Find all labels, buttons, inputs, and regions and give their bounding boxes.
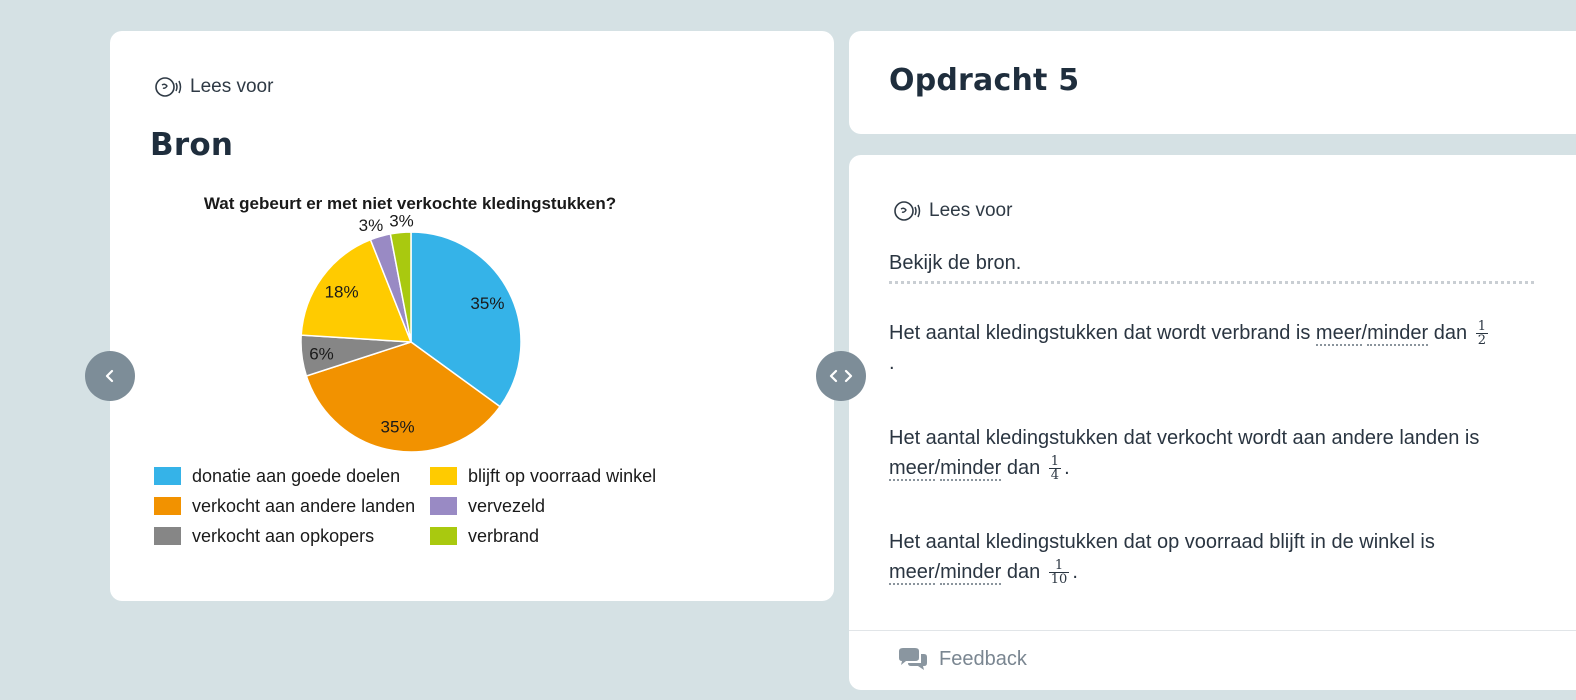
question-3: Het aantal kledingstukken dat op voorraa…	[889, 527, 1539, 587]
fraction: 14	[1048, 454, 1062, 484]
pie-value-label: 6%	[309, 344, 334, 363]
legend-swatch	[154, 527, 181, 545]
feedback-label: Feedback	[939, 647, 1027, 670]
chevron-left-right-icon	[829, 369, 853, 383]
speaking-head-icon	[155, 77, 182, 97]
feedback-bar: Feedback	[849, 630, 1576, 691]
word-dan: dan	[1006, 561, 1041, 583]
legend-label: blijft op voorraad winkel	[468, 466, 656, 486]
previous-button[interactable]	[85, 351, 135, 401]
pie-value-label: 35%	[470, 294, 504, 313]
period: .	[1072, 561, 1078, 583]
legend-swatch	[154, 467, 181, 485]
choice-minder[interactable]: minder	[1367, 322, 1429, 346]
pie-chart: Wat gebeurt er met niet verkochte kledin…	[154, 194, 656, 546]
word-dan: dan	[1433, 322, 1468, 344]
read-aloud-label: Lees voor	[190, 76, 274, 97]
choice-meer[interactable]: meer	[1315, 322, 1362, 346]
pie-value-label: 3%	[359, 216, 384, 235]
fraction: 12	[1475, 319, 1488, 349]
legend-swatch	[154, 497, 181, 515]
fraction-denominator: 10	[1050, 572, 1068, 588]
task-title-card: Opdracht 5	[849, 31, 1576, 134]
period: .	[1064, 457, 1070, 479]
task-card: Lees voor Bekijk de bron. Het aantal kle…	[849, 155, 1576, 690]
question-text: Het aantal kledingstukken dat wordt verb…	[889, 322, 1311, 344]
period: .	[889, 352, 895, 374]
split-view-button[interactable]	[816, 351, 866, 401]
fraction-denominator: 4	[1050, 468, 1060, 484]
fraction-numerator: 1	[1475, 319, 1488, 335]
read-aloud-button[interactable]: Lees voor	[893, 199, 1012, 223]
question-2: Het aantal kledingstukken dat verkocht w…	[889, 423, 1539, 483]
fraction-numerator: 1	[1048, 559, 1070, 574]
question-1: Het aantal kledingstukken dat wordt verb…	[889, 318, 1539, 378]
divider	[889, 281, 1534, 284]
read-aloud-label: Lees voor	[929, 200, 1013, 221]
legend-label: vervezeld	[468, 496, 545, 516]
question-text: Het aantal kledingstukken dat verkocht w…	[889, 427, 1480, 449]
fraction-numerator: 1	[1048, 454, 1062, 470]
word-dan: dan	[1006, 457, 1041, 479]
pie-value-label: 35%	[381, 418, 415, 437]
question-text: Het aantal kledingstukken dat op voorraa…	[889, 531, 1435, 553]
fraction: 1 10	[1048, 559, 1070, 588]
choice-meer[interactable]: meer	[889, 457, 935, 481]
pie-value-label: 18%	[325, 283, 359, 302]
feedback-button[interactable]: Feedback	[897, 647, 1027, 671]
legend-swatch	[430, 527, 457, 545]
legend-swatch	[430, 497, 457, 515]
chevron-left-icon	[105, 369, 114, 383]
fraction-denominator: 2	[1477, 333, 1486, 349]
source-heading: Bron	[150, 127, 234, 163]
pie-value-label: 3%	[389, 212, 414, 231]
legend-label: verbrand	[468, 526, 539, 546]
instruction-text: Bekijk de bron.	[889, 252, 1022, 274]
speaking-head-icon	[894, 201, 921, 221]
choice-minder[interactable]: minder	[940, 457, 1002, 481]
read-aloud-button[interactable]: Lees voor	[154, 75, 273, 99]
source-card: Lees voor Bron Wat gebeurt er met niet v…	[110, 31, 834, 601]
legend-label: verkocht aan opkopers	[192, 526, 374, 546]
chat-bubbles-icon	[899, 648, 927, 670]
legend-swatch	[430, 467, 457, 485]
task-title: Opdracht 5	[889, 63, 1080, 98]
legend-label: donatie aan goede doelen	[192, 466, 400, 486]
choice-meer[interactable]: meer	[889, 561, 935, 585]
chart-title: Wat gebeurt er met niet verkochte kledin…	[204, 194, 616, 213]
legend-label: verkocht aan andere landen	[192, 496, 415, 516]
choice-minder[interactable]: minder	[940, 561, 1002, 585]
